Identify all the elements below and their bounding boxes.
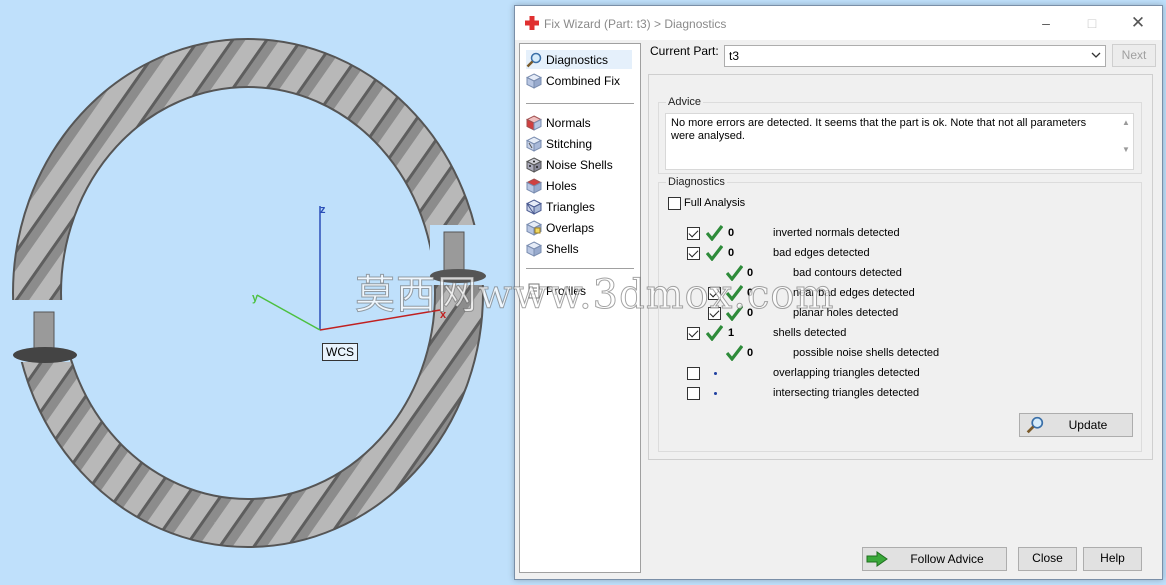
advice-text: No more errors are detected. It seems th… (671, 117, 1087, 142)
full-analysis-label: Full Analysis (684, 197, 746, 209)
row-text: inverted normals detected (773, 227, 900, 239)
nav-item-shells[interactable]: Shells (526, 239, 579, 258)
cube-stitch-icon (526, 135, 542, 152)
nav-item-normals[interactable]: Normals (526, 113, 591, 132)
magnifier-icon (1026, 416, 1044, 434)
update-label: Update (1068, 417, 1108, 432)
nav-item-triangles[interactable]: Triangles (526, 197, 595, 216)
wcs-label: WCS (322, 343, 358, 361)
z-axis-label: z (320, 204, 326, 216)
nav-item-combined-fix[interactable]: Combined Fix (526, 71, 620, 90)
nav-label: Overlaps (546, 220, 595, 235)
nav-label: Combined Fix (546, 73, 621, 88)
nav-item-diagnostics[interactable]: Diagnostics (526, 50, 632, 69)
red-cross-icon (525, 16, 539, 30)
nav-item-stitching[interactable]: Stitching (526, 134, 592, 153)
row-text: intersecting triangles detected (773, 387, 920, 399)
full-analysis-checkbox[interactable] (668, 197, 681, 210)
nav-divider (526, 103, 634, 104)
cube-hole-icon (526, 177, 542, 194)
nav-label: Holes (546, 178, 577, 193)
inverted-normals-checkbox[interactable] (687, 227, 700, 240)
nav-label: Stitching (546, 136, 593, 151)
intersecting-triangles-checkbox[interactable] (687, 387, 700, 400)
follow-advice-label: Follow Advice (910, 551, 984, 566)
bad-edges-checkbox[interactable] (687, 247, 700, 260)
follow-advice-button[interactable]: Follow Advice (862, 547, 1007, 571)
green-check-icon (726, 345, 743, 361)
nav-label: Noise Shells (546, 157, 613, 172)
cube-red-icon (526, 114, 542, 131)
current-part-value: t3 (729, 49, 740, 63)
row-text: shells detected (773, 327, 847, 339)
advice-scrollbar[interactable]: ▲ ▼ (1121, 118, 1131, 164)
cube-icon (526, 72, 542, 89)
row-count: 0 (747, 347, 754, 359)
row-count: 0 (728, 227, 735, 239)
green-check-icon (706, 325, 723, 341)
green-arrow-icon (866, 551, 888, 567)
green-check-icon (706, 245, 723, 261)
nav-item-noise-shells[interactable]: Noise Shells (526, 155, 613, 174)
dice-icon (526, 156, 542, 173)
nav-item-holes[interactable]: Holes (526, 176, 577, 195)
row-text: possible noise shells detected (793, 347, 940, 359)
title-bar[interactable]: Fix Wizard (Part: t3) > Diagnostics – □ … (515, 6, 1162, 40)
advice-textbox[interactable]: No more errors are detected. It seems th… (665, 113, 1134, 170)
shells-checkbox[interactable] (687, 327, 700, 340)
magnifier-icon (526, 52, 542, 67)
nav-item-overlaps[interactable]: Overlaps (526, 218, 594, 237)
cube-shell-icon (526, 240, 542, 257)
nav-label: Triangles (546, 199, 595, 214)
advice-title: Advice (666, 96, 704, 108)
minimize-button[interactable]: – (1031, 12, 1061, 34)
nav-label: Shells (546, 241, 579, 256)
overlapping-triangles-checkbox[interactable] (687, 367, 700, 380)
current-part-label: Current Part: (650, 44, 719, 58)
current-part-select[interactable]: t3 (724, 45, 1106, 67)
maximize-button[interactable]: □ (1077, 12, 1107, 34)
close-button[interactable]: Close (1018, 547, 1077, 571)
row-count: 0 (728, 247, 735, 259)
green-check-icon (706, 225, 723, 241)
pending-dot-icon (714, 392, 717, 395)
close-window-button[interactable]: ✕ (1123, 12, 1153, 34)
nav-label: Diagnostics (546, 52, 609, 67)
row-text: overlapping triangles detected (773, 367, 920, 379)
diagnostics-title: Diagnostics (666, 176, 727, 188)
window-title: Fix Wizard (Part: t3) > Diagnostics (544, 17, 727, 31)
y-axis-label: y (252, 292, 259, 304)
row-text: bad edges detected (773, 247, 870, 259)
nav-label: Normals (546, 115, 591, 130)
watermark: 莫西网www.3dmox.com (354, 272, 835, 319)
chevron-down-icon (1091, 52, 1101, 58)
pending-dot-icon (714, 372, 717, 375)
next-button[interactable]: Next (1112, 44, 1156, 67)
row-count: 1 (728, 327, 735, 339)
cube-overlap-icon (526, 219, 542, 236)
help-button[interactable]: Help (1083, 547, 1142, 571)
cube-triangle-icon (526, 198, 542, 215)
update-button[interactable]: Update (1019, 413, 1133, 437)
